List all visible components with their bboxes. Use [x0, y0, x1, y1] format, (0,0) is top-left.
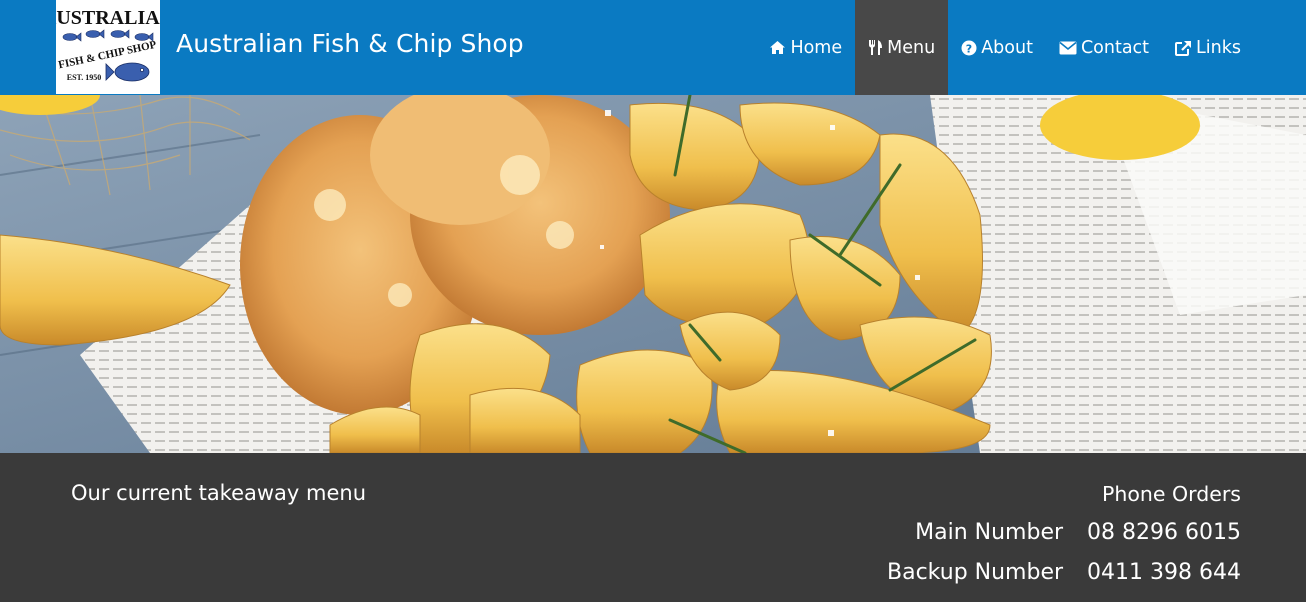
footer: Our current takeaway menu Phone Orders M… [0, 453, 1306, 602]
nav-contact[interactable]: Contact [1046, 0, 1162, 95]
nav-menu[interactable]: Menu [855, 0, 949, 95]
nav-about-label: About [981, 37, 1033, 58]
backup-number[interactable]: 0411 398 644 [1087, 560, 1241, 585]
nav-home-label: Home [790, 37, 843, 58]
nav-links[interactable]: Links [1162, 0, 1254, 95]
navbar: AUSTRALIAN FISH & CHIP SHOP EST. 1950 Au… [0, 0, 1306, 95]
nav-menu-label: Menu [887, 37, 936, 58]
phone-row-backup: Backup Number 0411 398 644 [887, 560, 1241, 585]
phone-row-main: Main Number 08 8296 6015 [915, 520, 1241, 545]
home-icon [769, 40, 786, 55]
main-number[interactable]: 08 8296 6015 [1087, 520, 1241, 545]
phone-orders-heading: Phone Orders [1102, 482, 1241, 506]
logo-line1: AUSTRALIAN [56, 7, 160, 29]
logo-est: EST. 1950 [67, 73, 102, 82]
question-circle-icon: ? [961, 40, 977, 56]
site-title[interactable]: Australian Fish & Chip Shop [176, 29, 524, 58]
nav-home[interactable]: Home [756, 0, 855, 95]
nav-about[interactable]: ? About [948, 0, 1046, 95]
hero-image-fish-and-chips [0, 95, 1306, 453]
cutlery-icon [868, 39, 883, 56]
main-number-label: Main Number [915, 520, 1064, 545]
backup-number-label: Backup Number [887, 560, 1064, 585]
takeaway-menu-heading: Our current takeaway menu [71, 481, 367, 505]
main-nav: Home Menu ? About Contact Links [756, 0, 1254, 95]
svg-text:?: ? [966, 42, 972, 55]
nav-contact-label: Contact [1080, 37, 1150, 58]
shop-logo[interactable]: AUSTRALIAN FISH & CHIP SHOP EST. 1950 [56, 0, 160, 94]
nav-links-label: Links [1196, 37, 1241, 58]
envelope-icon [1059, 41, 1077, 55]
external-link-icon [1175, 40, 1192, 56]
